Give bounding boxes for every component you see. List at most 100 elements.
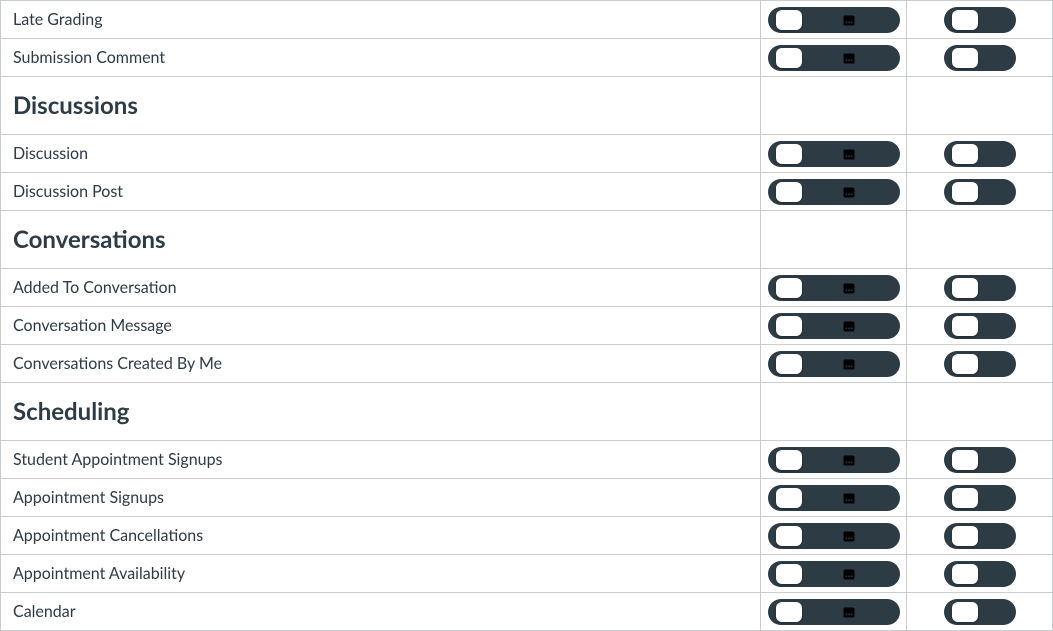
- email-frequency-toggle-x-option[interactable]: [866, 354, 892, 374]
- push-frequency-toggle-x-option[interactable]: [982, 488, 1008, 508]
- push-frequency-toggle-x-option[interactable]: [982, 48, 1008, 68]
- push-frequency-toggle[interactable]: [944, 599, 1016, 625]
- push-frequency-toggle-x-option[interactable]: [982, 278, 1008, 298]
- push-frequency-toggle[interactable]: [944, 351, 1016, 377]
- email-frequency-toggle[interactable]: [768, 179, 900, 205]
- push-frequency-toggle-x-option[interactable]: [982, 526, 1008, 546]
- push-frequency-toggle-check-option[interactable]: [952, 526, 978, 546]
- email-frequency-toggle-calendar-option[interactable]: [836, 278, 862, 298]
- push-frequency-toggle-x-option[interactable]: [982, 354, 1008, 374]
- email-frequency-toggle-x-option[interactable]: [866, 450, 892, 470]
- email-frequency-toggle-check-option[interactable]: [776, 564, 802, 584]
- push-frequency-toggle[interactable]: [944, 141, 1016, 167]
- email-frequency-toggle-x-option[interactable]: [866, 564, 892, 584]
- push-frequency-toggle-check-option[interactable]: [952, 316, 978, 336]
- email-frequency-toggle-x-option[interactable]: [866, 526, 892, 546]
- email-frequency-toggle-x-option[interactable]: [866, 182, 892, 202]
- email-frequency-toggle-calendar-option[interactable]: [836, 10, 862, 30]
- push-frequency-toggle-x-option[interactable]: [982, 10, 1008, 30]
- push-frequency-toggle-x-option[interactable]: [982, 144, 1008, 164]
- table-row: Added To Conversation: [1, 269, 1053, 307]
- email-frequency-toggle-check-option[interactable]: [776, 144, 802, 164]
- email-frequency-toggle-clock-option[interactable]: [806, 488, 832, 508]
- push-frequency-toggle[interactable]: [944, 275, 1016, 301]
- email-frequency-toggle-clock-option[interactable]: [806, 450, 832, 470]
- push-frequency-toggle-check-option[interactable]: [952, 48, 978, 68]
- email-frequency-toggle-check-option[interactable]: [776, 10, 802, 30]
- push-frequency-toggle[interactable]: [944, 179, 1016, 205]
- push-frequency-toggle-check-option[interactable]: [952, 182, 978, 202]
- email-frequency-toggle-clock-option[interactable]: [806, 278, 832, 298]
- email-frequency-toggle-calendar-option[interactable]: [836, 564, 862, 584]
- email-frequency-toggle[interactable]: [768, 351, 900, 377]
- email-frequency-toggle[interactable]: [768, 141, 900, 167]
- email-frequency-toggle-clock-option[interactable]: [806, 602, 832, 622]
- email-frequency-toggle-clock-option[interactable]: [806, 10, 832, 30]
- email-frequency-toggle-calendar-option[interactable]: [836, 144, 862, 164]
- email-frequency-toggle-clock-option[interactable]: [806, 182, 832, 202]
- push-frequency-toggle[interactable]: [944, 447, 1016, 473]
- push-frequency-toggle[interactable]: [944, 313, 1016, 339]
- push-frequency-toggle-x-option[interactable]: [982, 316, 1008, 336]
- email-frequency-toggle-clock-option[interactable]: [806, 316, 832, 336]
- email-frequency-toggle[interactable]: [768, 485, 900, 511]
- section-header: Conversations: [1, 211, 761, 269]
- email-frequency-toggle-clock-option[interactable]: [806, 526, 832, 546]
- push-frequency-toggle-check-option[interactable]: [952, 278, 978, 298]
- email-frequency-toggle-calendar-option[interactable]: [836, 602, 862, 622]
- email-frequency-toggle[interactable]: [768, 275, 900, 301]
- email-frequency-toggle[interactable]: [768, 313, 900, 339]
- email-frequency-toggle[interactable]: [768, 45, 900, 71]
- email-frequency-toggle-x-option[interactable]: [866, 316, 892, 336]
- push-frequency-toggle-check-option[interactable]: [952, 10, 978, 30]
- email-frequency-toggle-clock-option[interactable]: [806, 354, 832, 374]
- empty-cell: [761, 383, 907, 441]
- email-frequency-toggle-clock-option[interactable]: [806, 48, 832, 68]
- email-frequency-toggle-x-option[interactable]: [866, 48, 892, 68]
- email-frequency-toggle-x-option[interactable]: [866, 488, 892, 508]
- email-frequency-toggle-clock-option[interactable]: [806, 564, 832, 584]
- push-frequency-toggle-x-option[interactable]: [982, 450, 1008, 470]
- push-frequency-toggle[interactable]: [944, 561, 1016, 587]
- push-frequency-toggle[interactable]: [944, 485, 1016, 511]
- table-row: Conversations Created By Me: [1, 345, 1053, 383]
- email-frequency-toggle-check-option[interactable]: [776, 354, 802, 374]
- email-frequency-toggle[interactable]: [768, 523, 900, 549]
- push-frequency-toggle-check-option[interactable]: [952, 354, 978, 374]
- email-frequency-toggle-x-option[interactable]: [866, 144, 892, 164]
- push-frequency-toggle-check-option[interactable]: [952, 602, 978, 622]
- email-frequency-toggle-check-option[interactable]: [776, 48, 802, 68]
- email-frequency-toggle-check-option[interactable]: [776, 182, 802, 202]
- email-frequency-toggle-calendar-option[interactable]: [836, 488, 862, 508]
- push-frequency-toggle-x-option[interactable]: [982, 564, 1008, 584]
- email-frequency-toggle-clock-option[interactable]: [806, 144, 832, 164]
- push-frequency-toggle-check-option[interactable]: [952, 450, 978, 470]
- email-frequency-toggle-check-option[interactable]: [776, 602, 802, 622]
- email-frequency-toggle-x-option[interactable]: [866, 278, 892, 298]
- email-frequency-toggle-calendar-option[interactable]: [836, 182, 862, 202]
- email-frequency-toggle-x-option[interactable]: [866, 602, 892, 622]
- email-frequency-toggle-check-option[interactable]: [776, 526, 802, 546]
- email-frequency-toggle-calendar-option[interactable]: [836, 354, 862, 374]
- push-frequency-toggle[interactable]: [944, 45, 1016, 71]
- email-frequency-toggle[interactable]: [768, 7, 900, 33]
- email-frequency-toggle-calendar-option[interactable]: [836, 450, 862, 470]
- email-frequency-toggle[interactable]: [768, 561, 900, 587]
- email-frequency-toggle-check-option[interactable]: [776, 488, 802, 508]
- push-frequency-toggle-check-option[interactable]: [952, 564, 978, 584]
- email-frequency-toggle[interactable]: [768, 447, 900, 473]
- push-frequency-toggle-check-option[interactable]: [952, 488, 978, 508]
- push-frequency-toggle[interactable]: [944, 7, 1016, 33]
- email-frequency-toggle-calendar-option[interactable]: [836, 316, 862, 336]
- email-frequency-toggle[interactable]: [768, 599, 900, 625]
- email-frequency-toggle-check-option[interactable]: [776, 450, 802, 470]
- push-frequency-toggle-x-option[interactable]: [982, 602, 1008, 622]
- email-frequency-toggle-calendar-option[interactable]: [836, 526, 862, 546]
- email-frequency-toggle-x-option[interactable]: [866, 10, 892, 30]
- push-frequency-toggle-check-option[interactable]: [952, 144, 978, 164]
- email-frequency-toggle-calendar-option[interactable]: [836, 48, 862, 68]
- email-frequency-toggle-check-option[interactable]: [776, 278, 802, 298]
- email-frequency-toggle-check-option[interactable]: [776, 316, 802, 336]
- push-frequency-toggle[interactable]: [944, 523, 1016, 549]
- push-frequency-toggle-x-option[interactable]: [982, 182, 1008, 202]
